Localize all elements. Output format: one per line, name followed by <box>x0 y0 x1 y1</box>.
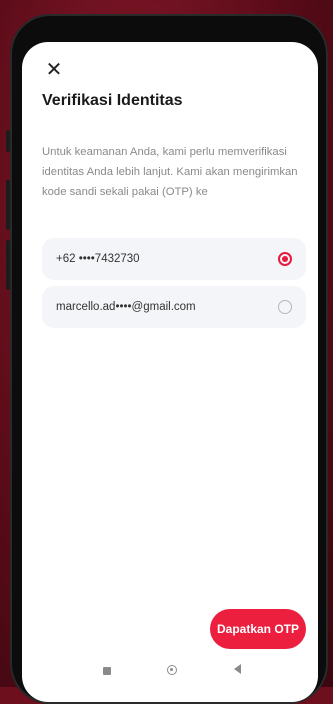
home-icon[interactable] <box>167 665 177 675</box>
option-phone-label: +62 ••••7432730 <box>56 253 140 265</box>
app-screen: ✕ Verifikasi Identitas Untuk keamanan An… <box>22 42 318 702</box>
recents-icon[interactable] <box>103 667 111 675</box>
page-title: Verifikasi Identitas <box>42 92 183 109</box>
close-icon[interactable]: ✕ <box>44 60 64 80</box>
back-icon[interactable] <box>234 664 241 674</box>
radio-unselected-icon[interactable] <box>278 300 292 314</box>
system-nav-bar <box>22 654 318 690</box>
option-email[interactable]: marcello.ad••••@gmail.com <box>42 286 306 328</box>
option-phone[interactable]: +62 ••••7432730 <box>42 238 306 280</box>
description-text: Untuk keamanan Anda, kami perlu memverif… <box>42 146 298 198</box>
radio-selected-icon[interactable] <box>278 252 292 266</box>
option-email-label: marcello.ad••••@gmail.com <box>56 301 196 313</box>
get-otp-button[interactable]: Dapatkan OTP <box>210 609 306 649</box>
